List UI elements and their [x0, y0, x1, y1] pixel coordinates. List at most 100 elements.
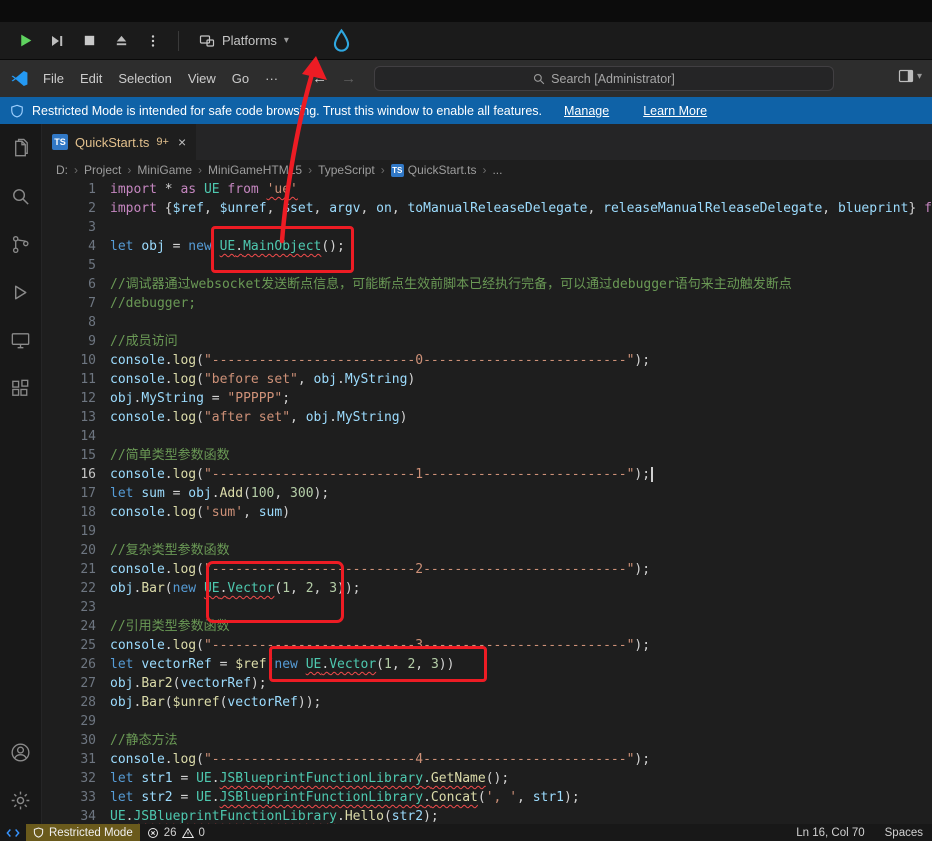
stop-button[interactable] [76, 28, 102, 54]
code-text[interactable]: import {$ref, $unref, $set, argv, on, to… [96, 199, 932, 218]
search-input[interactable]: Search [Administrator] [374, 66, 834, 91]
menu-item-selection[interactable]: Selection [110, 66, 179, 92]
line-number[interactable]: 21 [42, 560, 96, 579]
learn-more-link[interactable]: Learn More [643, 104, 707, 118]
breadcrumb-item[interactable]: D: [56, 163, 68, 177]
problems-status[interactable]: 26 0 [140, 824, 212, 841]
code-text[interactable]: //复杂类型参数函数 [96, 541, 230, 560]
activity-account[interactable] [0, 728, 41, 776]
activity-explorer[interactable] [0, 124, 41, 172]
line-number[interactable]: 32 [42, 769, 96, 788]
menu-item-view[interactable]: View [180, 66, 224, 92]
line-number[interactable]: 15 [42, 446, 96, 465]
breadcrumb-item[interactable]: TypeScript [318, 163, 375, 177]
close-icon[interactable]: × [178, 134, 186, 150]
line-number[interactable]: 20 [42, 541, 96, 560]
code-text[interactable]: console.log("after set", obj.MyString) [96, 408, 407, 427]
activity-run-debug[interactable] [0, 268, 41, 316]
indentation-status[interactable]: Spaces [878, 827, 930, 839]
line-number[interactable]: 11 [42, 370, 96, 389]
code-text[interactable]: let sum = obj.Add(100, 300); [96, 484, 329, 503]
line-number[interactable]: 2 [42, 199, 96, 218]
code-text[interactable] [96, 522, 110, 541]
line-number[interactable]: 10 [42, 351, 96, 370]
code-text[interactable]: UE.JSBlueprintFunctionLibrary.Hello(str2… [96, 807, 439, 824]
back-arrow-icon[interactable]: ← [312, 70, 327, 87]
line-number[interactable]: 33 [42, 788, 96, 807]
code-text[interactable] [96, 256, 110, 275]
breadcrumb-item[interactable]: TSQuickStart.ts [391, 163, 477, 177]
breadcrumb-item[interactable]: MiniGame [137, 163, 192, 177]
code-text[interactable]: import * as UE from 'ue' [96, 180, 298, 199]
code-text[interactable]: //debugger; [96, 294, 196, 313]
code-text[interactable]: //引用类型参数函数 [96, 617, 230, 636]
line-number[interactable]: 1 [42, 180, 96, 199]
code-text[interactable] [96, 712, 110, 731]
eject-button[interactable] [108, 28, 134, 54]
frame-skip-button[interactable] [44, 28, 70, 54]
activity-extensions[interactable] [0, 364, 41, 412]
code-text[interactable]: obj.Bar(new UE.Vector(1, 2, 3)); [96, 579, 361, 598]
line-number[interactable]: 34 [42, 807, 96, 824]
code-text[interactable]: let str1 = UE.JSBlueprintFunctionLibrary… [96, 769, 509, 788]
breadcrumb-item[interactable]: MiniGameHTML5 [208, 163, 302, 177]
more-options-button[interactable] [140, 28, 166, 54]
line-number[interactable]: 4 [42, 237, 96, 256]
code-text[interactable]: obj.Bar($unref(vectorRef)); [96, 693, 321, 712]
line-number[interactable]: 19 [42, 522, 96, 541]
layout-toggle-button[interactable]: ▾ [898, 68, 922, 84]
code-text[interactable]: //静态方法 [96, 731, 178, 750]
menu-item-more[interactable]: ··· [257, 66, 286, 92]
line-number[interactable]: 14 [42, 427, 96, 446]
code-text[interactable]: console.log('sum', sum) [96, 503, 290, 522]
code-text[interactable]: obj.MyString = "PPPPP"; [96, 389, 290, 408]
line-number[interactable]: 5 [42, 256, 96, 275]
manage-link[interactable]: Manage [564, 104, 609, 118]
line-number[interactable]: 25 [42, 636, 96, 655]
code-text[interactable]: //简单类型参数函数 [96, 446, 230, 465]
activity-source-control[interactable] [0, 220, 41, 268]
line-number[interactable]: 8 [42, 313, 96, 332]
line-number[interactable]: 12 [42, 389, 96, 408]
activity-search[interactable] [0, 172, 41, 220]
code-text[interactable]: console.log("before set", obj.MyString) [96, 370, 415, 389]
line-number[interactable]: 18 [42, 503, 96, 522]
code-editor[interactable]: 1import * as UE from 'ue'2import {$ref, … [42, 180, 932, 824]
forward-arrow-icon[interactable]: → [341, 70, 356, 87]
platforms-dropdown[interactable]: Platforms ▾ [191, 29, 297, 53]
code-text[interactable] [96, 313, 110, 332]
code-text[interactable] [96, 427, 110, 446]
remote-indicator[interactable] [0, 824, 26, 841]
menu-item-go[interactable]: Go [224, 66, 257, 92]
breadcrumb-item[interactable]: ... [492, 163, 502, 177]
code-text[interactable] [96, 598, 110, 617]
code-text[interactable]: console.log("--------------------------4… [96, 750, 650, 769]
line-number[interactable]: 30 [42, 731, 96, 750]
activity-remote-explorer[interactable] [0, 316, 41, 364]
line-number[interactable]: 3 [42, 218, 96, 237]
line-number[interactable]: 6 [42, 275, 96, 294]
code-text[interactable]: let obj = new UE.MainObject(); [96, 237, 345, 256]
line-number[interactable]: 7 [42, 294, 96, 313]
code-text[interactable] [96, 218, 110, 237]
code-text[interactable]: console.log("--------------------------1… [96, 465, 653, 484]
line-number[interactable]: 27 [42, 674, 96, 693]
code-text[interactable]: let vectorRef = $ref(new UE.Vector(1, 2,… [96, 655, 454, 674]
code-text[interactable]: console.log("--------------------------0… [96, 351, 650, 370]
line-number[interactable]: 9 [42, 332, 96, 351]
line-number[interactable]: 29 [42, 712, 96, 731]
code-text[interactable]: let str2 = UE.JSBlueprintFunctionLibrary… [96, 788, 580, 807]
menu-item-edit[interactable]: Edit [72, 66, 110, 92]
restricted-mode-status[interactable]: Restricted Mode [26, 824, 140, 841]
line-number[interactable]: 26 [42, 655, 96, 674]
line-number[interactable]: 16 [42, 465, 96, 484]
cursor-position-status[interactable]: Ln 16, Col 70 [789, 827, 871, 839]
code-text[interactable]: //成员访问 [96, 332, 178, 351]
line-number[interactable]: 31 [42, 750, 96, 769]
line-number[interactable]: 22 [42, 579, 96, 598]
code-text[interactable]: obj.Bar2(vectorRef); [96, 674, 267, 693]
play-button[interactable] [12, 28, 38, 54]
menu-item-file[interactable]: File [35, 66, 72, 92]
line-number[interactable]: 28 [42, 693, 96, 712]
breadcrumb-item[interactable]: Project [84, 163, 121, 177]
